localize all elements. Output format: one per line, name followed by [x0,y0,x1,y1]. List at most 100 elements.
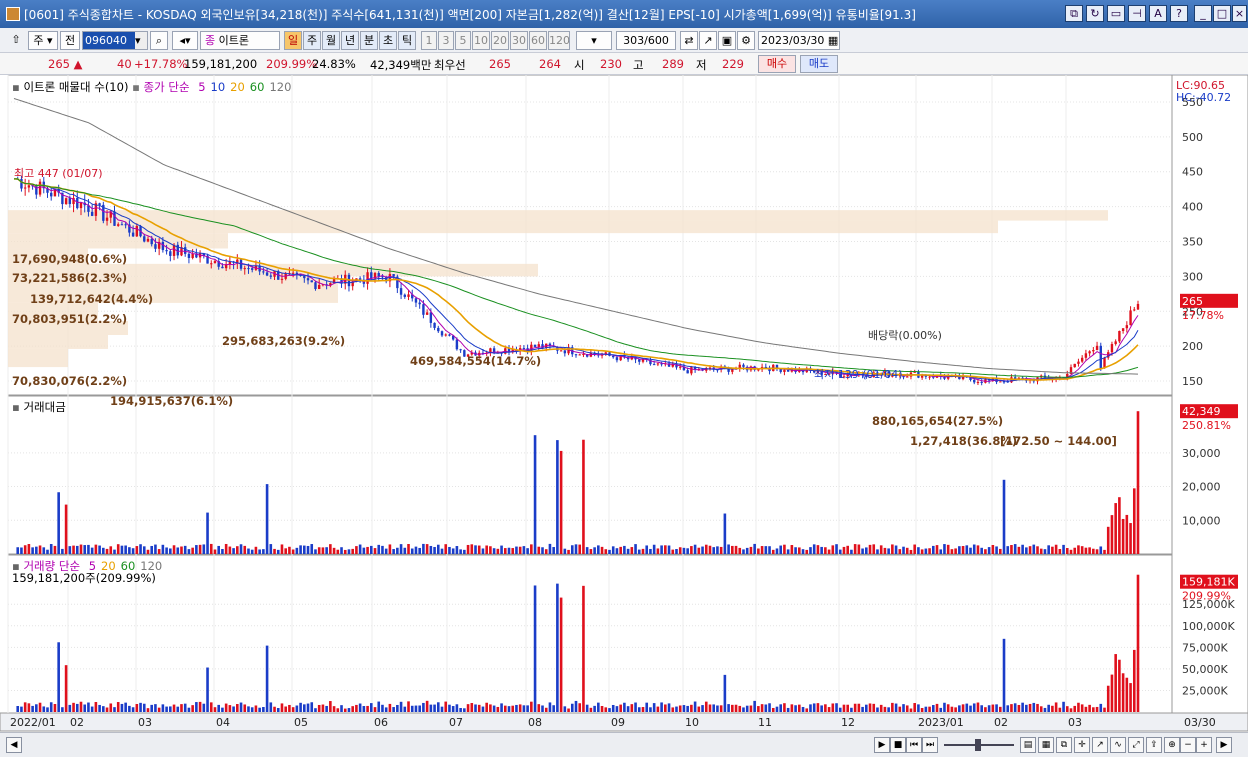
volume-bar [195,702,198,712]
volume-bar [701,705,704,712]
crosshair-icon[interactable]: ✛ [1074,737,1090,753]
period-button-4[interactable]: 분 [360,31,378,50]
candle [306,278,310,281]
volume-bar [1062,701,1065,712]
amount-bar [35,546,38,554]
volume-bar [1025,704,1028,712]
help-icon[interactable]: ? [1170,5,1188,22]
period-button-0[interactable]: 일 [284,31,302,50]
wave-icon[interactable]: ∿ [1110,737,1126,753]
amount-bar [511,548,515,554]
candle [377,273,380,277]
volume-bar [1114,654,1117,712]
minute-button-120[interactable]: 120 [548,31,570,50]
volume-bar [90,706,94,712]
volume-bar [343,708,347,712]
volume-bar [116,702,120,712]
buy-button[interactable]: 매수 [758,55,796,73]
stock-name-field[interactable]: 종 이트론 [200,31,280,50]
zoom-minus-icon[interactable]: − [1180,737,1196,753]
chart-canvas[interactable]: 15020025030035040045050055010,00020,0003… [0,74,1248,739]
chart-area[interactable]: 150 200 250 300 350 400 450 500 550 10,000 20,000 3… [0,74,1248,739]
dividend-marker: 배당락(0.00%) [868,329,942,342]
count-dropdown[interactable]: ▾ [576,31,612,50]
candle [429,312,433,323]
amount-bar [649,548,652,554]
minimize-icon[interactable]: _ [1194,5,1212,22]
period-button-5[interactable]: 초 [379,31,397,50]
next-icon[interactable]: ⏭ [922,737,938,753]
amount-bar [749,546,753,554]
volume-bar [1106,685,1110,712]
settings-icon[interactable]: ⚙ [737,31,755,50]
refresh-icon[interactable]: ↻ [1086,5,1104,22]
speaker-icon[interactable]: ◂▾ [172,31,198,50]
close-icon[interactable]: × [1232,5,1247,22]
maximize-icon[interactable]: □ [1213,5,1231,22]
fit-icon[interactable]: ⤢ [1128,737,1144,753]
minute-button-3[interactable]: 3 [438,31,454,50]
zoom-plus-icon[interactable]: + [1196,737,1212,753]
amount-bar [965,545,969,554]
candle [143,236,146,242]
save-icon[interactable]: ▣ [718,31,736,50]
minute-button-10[interactable]: 10 [472,31,490,50]
period-button-6[interactable]: 틱 [398,31,416,50]
amount-bar [228,546,232,554]
period-button-1[interactable]: 주 [303,31,321,50]
minute-button-20[interactable]: 20 [491,31,509,50]
period-button-3[interactable]: 년 [341,31,359,50]
volume-profile-band [8,335,108,349]
window-icon[interactable]: ▭ [1107,5,1125,22]
layout-icon[interactable]: ▤ [1020,737,1036,753]
export-icon[interactable]: ⇪ [1146,737,1162,753]
stop-icon[interactable]: ■ [890,737,906,753]
link-icon[interactable]: ⧉ [1065,5,1083,22]
minute-button-5[interactable]: 5 [455,31,471,50]
volume-bar [1017,704,1021,712]
volume-bar [664,704,667,712]
scroll-left-icon[interactable]: ◀ [6,737,22,753]
prev-button[interactable]: 전 [60,31,80,50]
search-icon[interactable]: ⌕ [150,31,168,50]
amount-bar [939,549,943,554]
minute-button-60[interactable]: 60 [529,31,547,50]
amount-bar [1036,546,1039,554]
amount-bar [485,545,488,554]
copy-icon[interactable]: ⧉ [1056,737,1072,753]
minute-button-1[interactable]: 1 [421,31,437,50]
grid-icon[interactable]: ▦ [1038,737,1054,753]
volume-bar [552,705,555,712]
stock-code-input[interactable]: 096040 ▾ [82,31,148,50]
amount-bar [239,544,243,554]
zoom-in-icon[interactable]: ⊕ [1164,737,1180,753]
period-button-2[interactable]: 월 [322,31,340,50]
amount-bar [645,545,649,554]
prev-icon[interactable]: ⏮ [906,737,922,753]
amount-bar [422,543,425,554]
amount-bar [496,548,500,554]
zoom-slider-handle[interactable] [975,739,981,751]
date-field[interactable]: 2023/03/30 ▦ [758,31,840,50]
trend-icon[interactable]: ↗ [1092,737,1108,753]
line-tool-icon[interactable]: ↗ [699,31,717,50]
pin-icon[interactable]: ⊣ [1128,5,1146,22]
count-field[interactable]: 303/600 [616,31,676,50]
candle [23,187,27,189]
draw-tool-icon[interactable]: ⇄ [680,31,698,50]
sell-button[interactable]: 매도 [800,55,838,73]
amount-bar [124,545,127,554]
play-icon[interactable]: ▶ [874,737,890,753]
minute-button-30[interactable]: 30 [510,31,528,50]
volume-bar [857,703,861,712]
candle [615,357,619,361]
candle [184,247,187,254]
chart-type-icon[interactable]: ⇧ [6,31,26,50]
volume-bar [1125,677,1129,712]
scroll-right-icon[interactable]: ▶ [1216,737,1232,753]
amount-bar [161,544,165,554]
period-select[interactable]: 주 ▾ [28,31,58,50]
font-icon[interactable]: A [1149,5,1167,22]
volume-summary: 159,181,200주(209.99%) [12,571,156,585]
amount-bar [105,548,109,554]
